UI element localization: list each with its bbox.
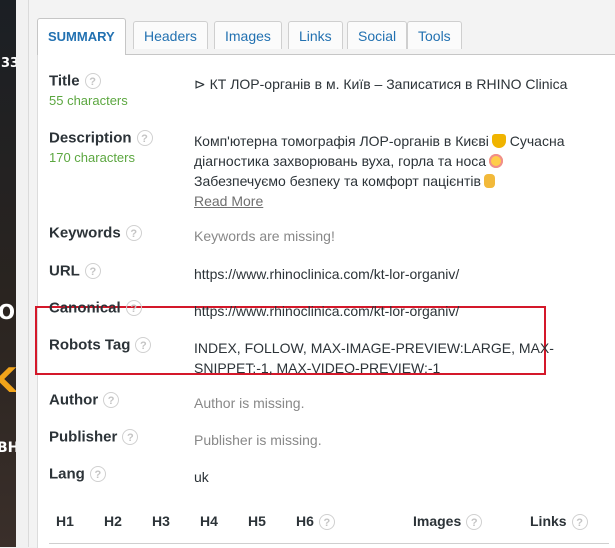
pointing-down-emoji-icon [483, 174, 495, 188]
help-icon[interactable]: ? [125, 300, 142, 317]
robots-value: INDEX, FOLLOW, MAX-IMAGE-PREVIEW:LARGE, … [194, 340, 554, 376]
background-page-strip: 33 O K ВН [0, 0, 16, 547]
keywords-label: Keywords? [49, 224, 142, 242]
help-icon[interactable]: ? [122, 429, 139, 446]
help-icon[interactable]: ? [84, 263, 101, 280]
yellow-heart-emoji-icon [491, 134, 506, 148]
divider [49, 543, 609, 544]
robots-label: Robots Tag? [49, 336, 152, 354]
h2-count-label: H2 [104, 513, 122, 529]
headings-summary-bar: H1 H2 H3 H4 H5 H6? Images? Links? [49, 511, 609, 533]
help-icon[interactable]: ? [103, 392, 120, 409]
publisher-value: Publisher is missing. [194, 432, 322, 448]
tab-images[interactable]: Images [214, 21, 282, 49]
title-char-count: 55 characters [49, 93, 128, 108]
background-text: 33 [1, 56, 16, 71]
title-value: ⊳ КТ ЛОР-органів в м. Київ – Записатися … [194, 76, 568, 92]
smiling-face-emoji-icon [489, 154, 504, 168]
images-count-label: Images? [413, 513, 483, 531]
lang-value: uk [194, 469, 209, 485]
author-label: Author? [49, 391, 120, 409]
read-more-link[interactable]: Read More [194, 193, 263, 209]
help-icon[interactable]: ? [125, 225, 142, 242]
canonical-label: Canonical? [49, 299, 142, 317]
help-icon[interactable]: ? [571, 514, 588, 531]
background-text: O [0, 300, 16, 324]
background-text: ВН [0, 440, 16, 456]
h3-count-label: H3 [152, 513, 170, 529]
help-icon[interactable]: ? [318, 514, 335, 531]
author-value: Author is missing. [194, 395, 305, 411]
tab-social[interactable]: Social [347, 21, 408, 49]
description-value: Комп'ютерна томографія ЛОР-органів в Киє… [194, 133, 565, 209]
help-icon[interactable]: ? [466, 514, 483, 531]
publisher-label: Publisher? [49, 428, 139, 446]
background-text: K [0, 361, 16, 401]
h4-count-label: H4 [200, 513, 218, 529]
help-icon[interactable]: ? [135, 337, 152, 354]
summary-content: Title? 55 characters ⊳ КТ ЛОР-органів в … [35, 54, 615, 548]
url-value: https://www.rhinoclinica.com/kt-lor-orga… [194, 266, 460, 282]
tab-links[interactable]: Links [288, 21, 343, 49]
title-label: Title? [49, 72, 101, 90]
links-count-label: Links? [530, 513, 588, 531]
seo-extension-panel: SUMMARY Headers Images Links Social Tool… [28, 0, 615, 548]
tab-summary[interactable]: SUMMARY [37, 18, 126, 55]
h6-count-label: H6? [296, 513, 335, 531]
keywords-value: Keywords are missing! [194, 228, 335, 244]
description-label: Description? [49, 129, 153, 147]
url-label: URL? [49, 262, 101, 280]
description-char-count: 170 characters [49, 150, 135, 165]
tab-headers[interactable]: Headers [133, 21, 208, 49]
canonical-value: https://www.rhinoclinica.com/kt-lor-orga… [194, 303, 460, 319]
h1-count-label: H1 [56, 513, 74, 529]
help-icon[interactable]: ? [136, 130, 153, 147]
help-icon[interactable]: ? [89, 466, 106, 483]
tab-tools[interactable]: Tools [407, 21, 462, 49]
lang-label: Lang? [49, 465, 106, 483]
h5-count-label: H5 [248, 513, 266, 529]
tab-bar: SUMMARY Headers Images Links Social Tool… [37, 18, 615, 55]
help-icon[interactable]: ? [84, 73, 101, 90]
